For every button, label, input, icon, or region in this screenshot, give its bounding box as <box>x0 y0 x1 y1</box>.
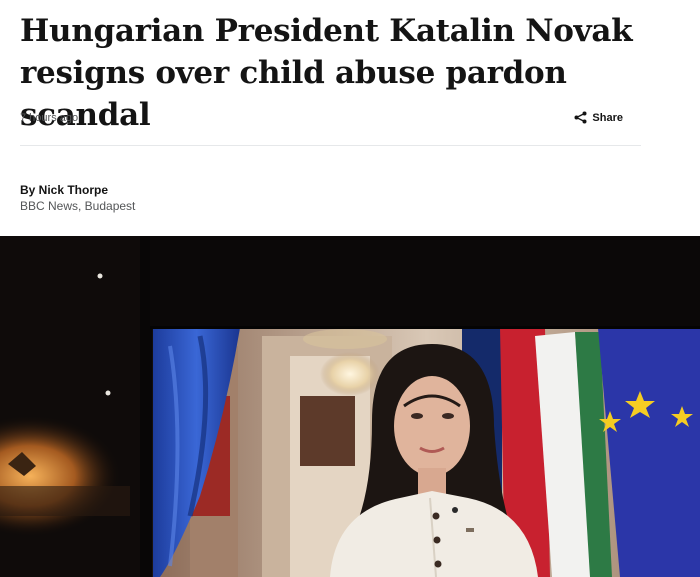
divider <box>20 145 641 146</box>
article-photo <box>0 236 700 577</box>
timestamp: 7 hours ago <box>20 112 79 124</box>
article-meta: 7 hours ago Share <box>20 108 641 132</box>
share-label: Share <box>592 111 623 124</box>
byline: By Nick Thorpe BBC News, Budapest <box>20 182 135 214</box>
share-button[interactable]: Share <box>574 111 623 124</box>
share-icon <box>574 111 587 124</box>
photo-illustration <box>0 236 700 577</box>
byline-author: By Nick Thorpe <box>20 183 109 197</box>
byline-org: BBC News, Budapest <box>20 199 136 213</box>
